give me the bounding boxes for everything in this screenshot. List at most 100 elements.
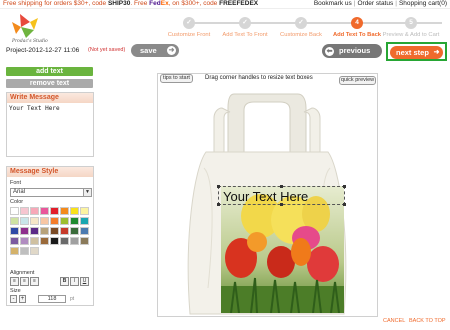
check-icon: ✓ [239,17,251,29]
next-step-highlight: next step ➜ [386,42,447,61]
tips-button[interactable]: tips to start [160,74,193,83]
color-swatch[interactable] [50,227,59,235]
color-swatch[interactable] [20,227,29,235]
promo-bar: Free shipping for orders $30+, code SHIP… [0,0,450,9]
canvas-text[interactable]: Your Text Here [223,189,308,204]
arrow-right-icon: ➜ [433,48,440,56]
resize-handle[interactable] [217,185,220,188]
color-swatch[interactable] [60,217,69,225]
color-swatch[interactable] [80,237,89,245]
back-to-top-link[interactable]: BACK TO TOP [409,318,446,324]
color-swatch[interactable] [40,227,49,235]
color-swatch[interactable] [10,237,19,245]
logo-text: Prodac's Studio [12,39,48,44]
color-swatch[interactable] [50,207,59,215]
save-button[interactable]: save ➜ [131,44,179,57]
color-swatch[interactable] [60,207,69,215]
color-swatch[interactable] [10,207,19,215]
color-swatch[interactable] [80,227,89,235]
size-decrease-button[interactable]: - [10,295,17,303]
color-swatch[interactable] [20,247,29,255]
drag-hint: Drag corner handles to resize text boxes [205,75,313,81]
alignment-controls: ≡ ≡ ≡ B I U [10,277,92,287]
color-swatch[interactable] [20,217,29,225]
project-name: Project-2012-12-27 11:06 [6,47,80,54]
cancel-link[interactable]: CANCEL [383,318,405,324]
color-swatches [10,207,92,257]
message-textarea[interactable]: Your Text Here [7,103,93,156]
color-swatch[interactable] [50,217,59,225]
color-swatch[interactable] [10,227,19,235]
color-swatch[interactable] [80,217,89,225]
font-select[interactable]: Arial ▼ [10,188,92,197]
bookmark-link[interactable]: Bookmark us [314,0,352,7]
color-swatch[interactable] [60,227,69,235]
color-swatch[interactable] [40,207,49,215]
color-swatch[interactable] [30,207,39,215]
size-label: Size [10,288,21,294]
size-unit: pt [70,296,75,302]
color-swatch[interactable] [70,207,79,215]
align-right-icon[interactable]: ≡ [30,277,39,286]
top-links: Bookmark us | Order status | Shopping cart(0… [313,0,447,7]
arrow-right-icon: ➜ [167,46,176,55]
color-swatch[interactable] [40,217,49,225]
align-left-icon[interactable]: ≡ [10,277,19,286]
color-swatch[interactable] [30,247,39,255]
write-message-panel: Write Message Your Text Here [6,92,94,157]
write-message-title: Write Message [7,93,93,103]
order-status-link[interactable]: Order status [357,0,393,7]
resize-handle[interactable] [280,185,283,188]
shopping-cart-link[interactable]: Shopping cart(0) [399,0,447,7]
underline-icon[interactable]: U [80,277,89,286]
message-style-title: Message Style [7,167,93,177]
color-swatch[interactable] [40,237,49,245]
color-label: Color [10,199,24,205]
bold-icon[interactable]: B [60,277,69,286]
size-controls: - + 118 pt [10,295,92,305]
arrow-left-icon: ⬅ [325,46,334,56]
color-swatch[interactable] [30,227,39,235]
step-customize-front[interactable]: ✓ Customize Front [160,17,218,38]
step-add-text-back[interactable]: 4 Add Text To Back [328,17,386,38]
message-style-panel: Message Style Font Arial ▼ Color Alignme… [6,166,94,306]
size-increase-button[interactable]: + [19,295,26,303]
add-text-button[interactable]: add text [6,67,93,76]
color-swatch[interactable] [30,237,39,245]
check-icon: ✓ [295,17,307,29]
logo-icon[interactable] [6,12,42,42]
previous-button[interactable]: ⬅ previous [322,44,382,58]
color-swatch[interactable] [10,247,19,255]
align-center-icon[interactable]: ≡ [20,277,29,286]
font-label: Font [10,180,22,186]
resize-handle[interactable] [217,203,220,206]
fedex-logo: FedEx [149,0,169,7]
color-swatch[interactable] [30,217,39,225]
quick-preview-button[interactable]: quick preview [339,76,376,85]
remove-text-button[interactable]: remove text [6,79,93,88]
color-swatch[interactable] [70,227,79,235]
color-swatch[interactable] [70,237,79,245]
italic-icon[interactable]: I [70,277,79,286]
color-swatch[interactable] [50,237,59,245]
step-add-text-front[interactable]: ✓ Add Text To Front [216,17,274,38]
color-swatch[interactable] [80,207,89,215]
color-swatch[interactable] [20,207,29,215]
step-preview-cart[interactable]: 5 Preview & Add to Cart [382,17,440,38]
save-status: (Not yet saved) [88,47,126,53]
color-swatch[interactable] [70,217,79,225]
resize-handle[interactable] [343,185,346,188]
step-number: 4 [351,17,363,29]
check-icon: ✓ [183,17,195,29]
step-customize-back[interactable]: ✓ Customize Back [272,17,330,38]
step-number: 5 [405,17,417,29]
color-swatch[interactable] [10,217,19,225]
promo-text: Free shipping for orders $30+, code SHIP… [3,0,259,7]
color-swatch[interactable] [20,237,29,245]
resize-handle[interactable] [343,203,346,206]
size-input[interactable]: 118 [38,295,66,303]
color-swatch[interactable] [60,237,69,245]
next-step-button[interactable]: next step ➜ [390,45,443,59]
alignment-label: Alignment [10,270,35,276]
chevron-down-icon: ▼ [83,189,91,196]
